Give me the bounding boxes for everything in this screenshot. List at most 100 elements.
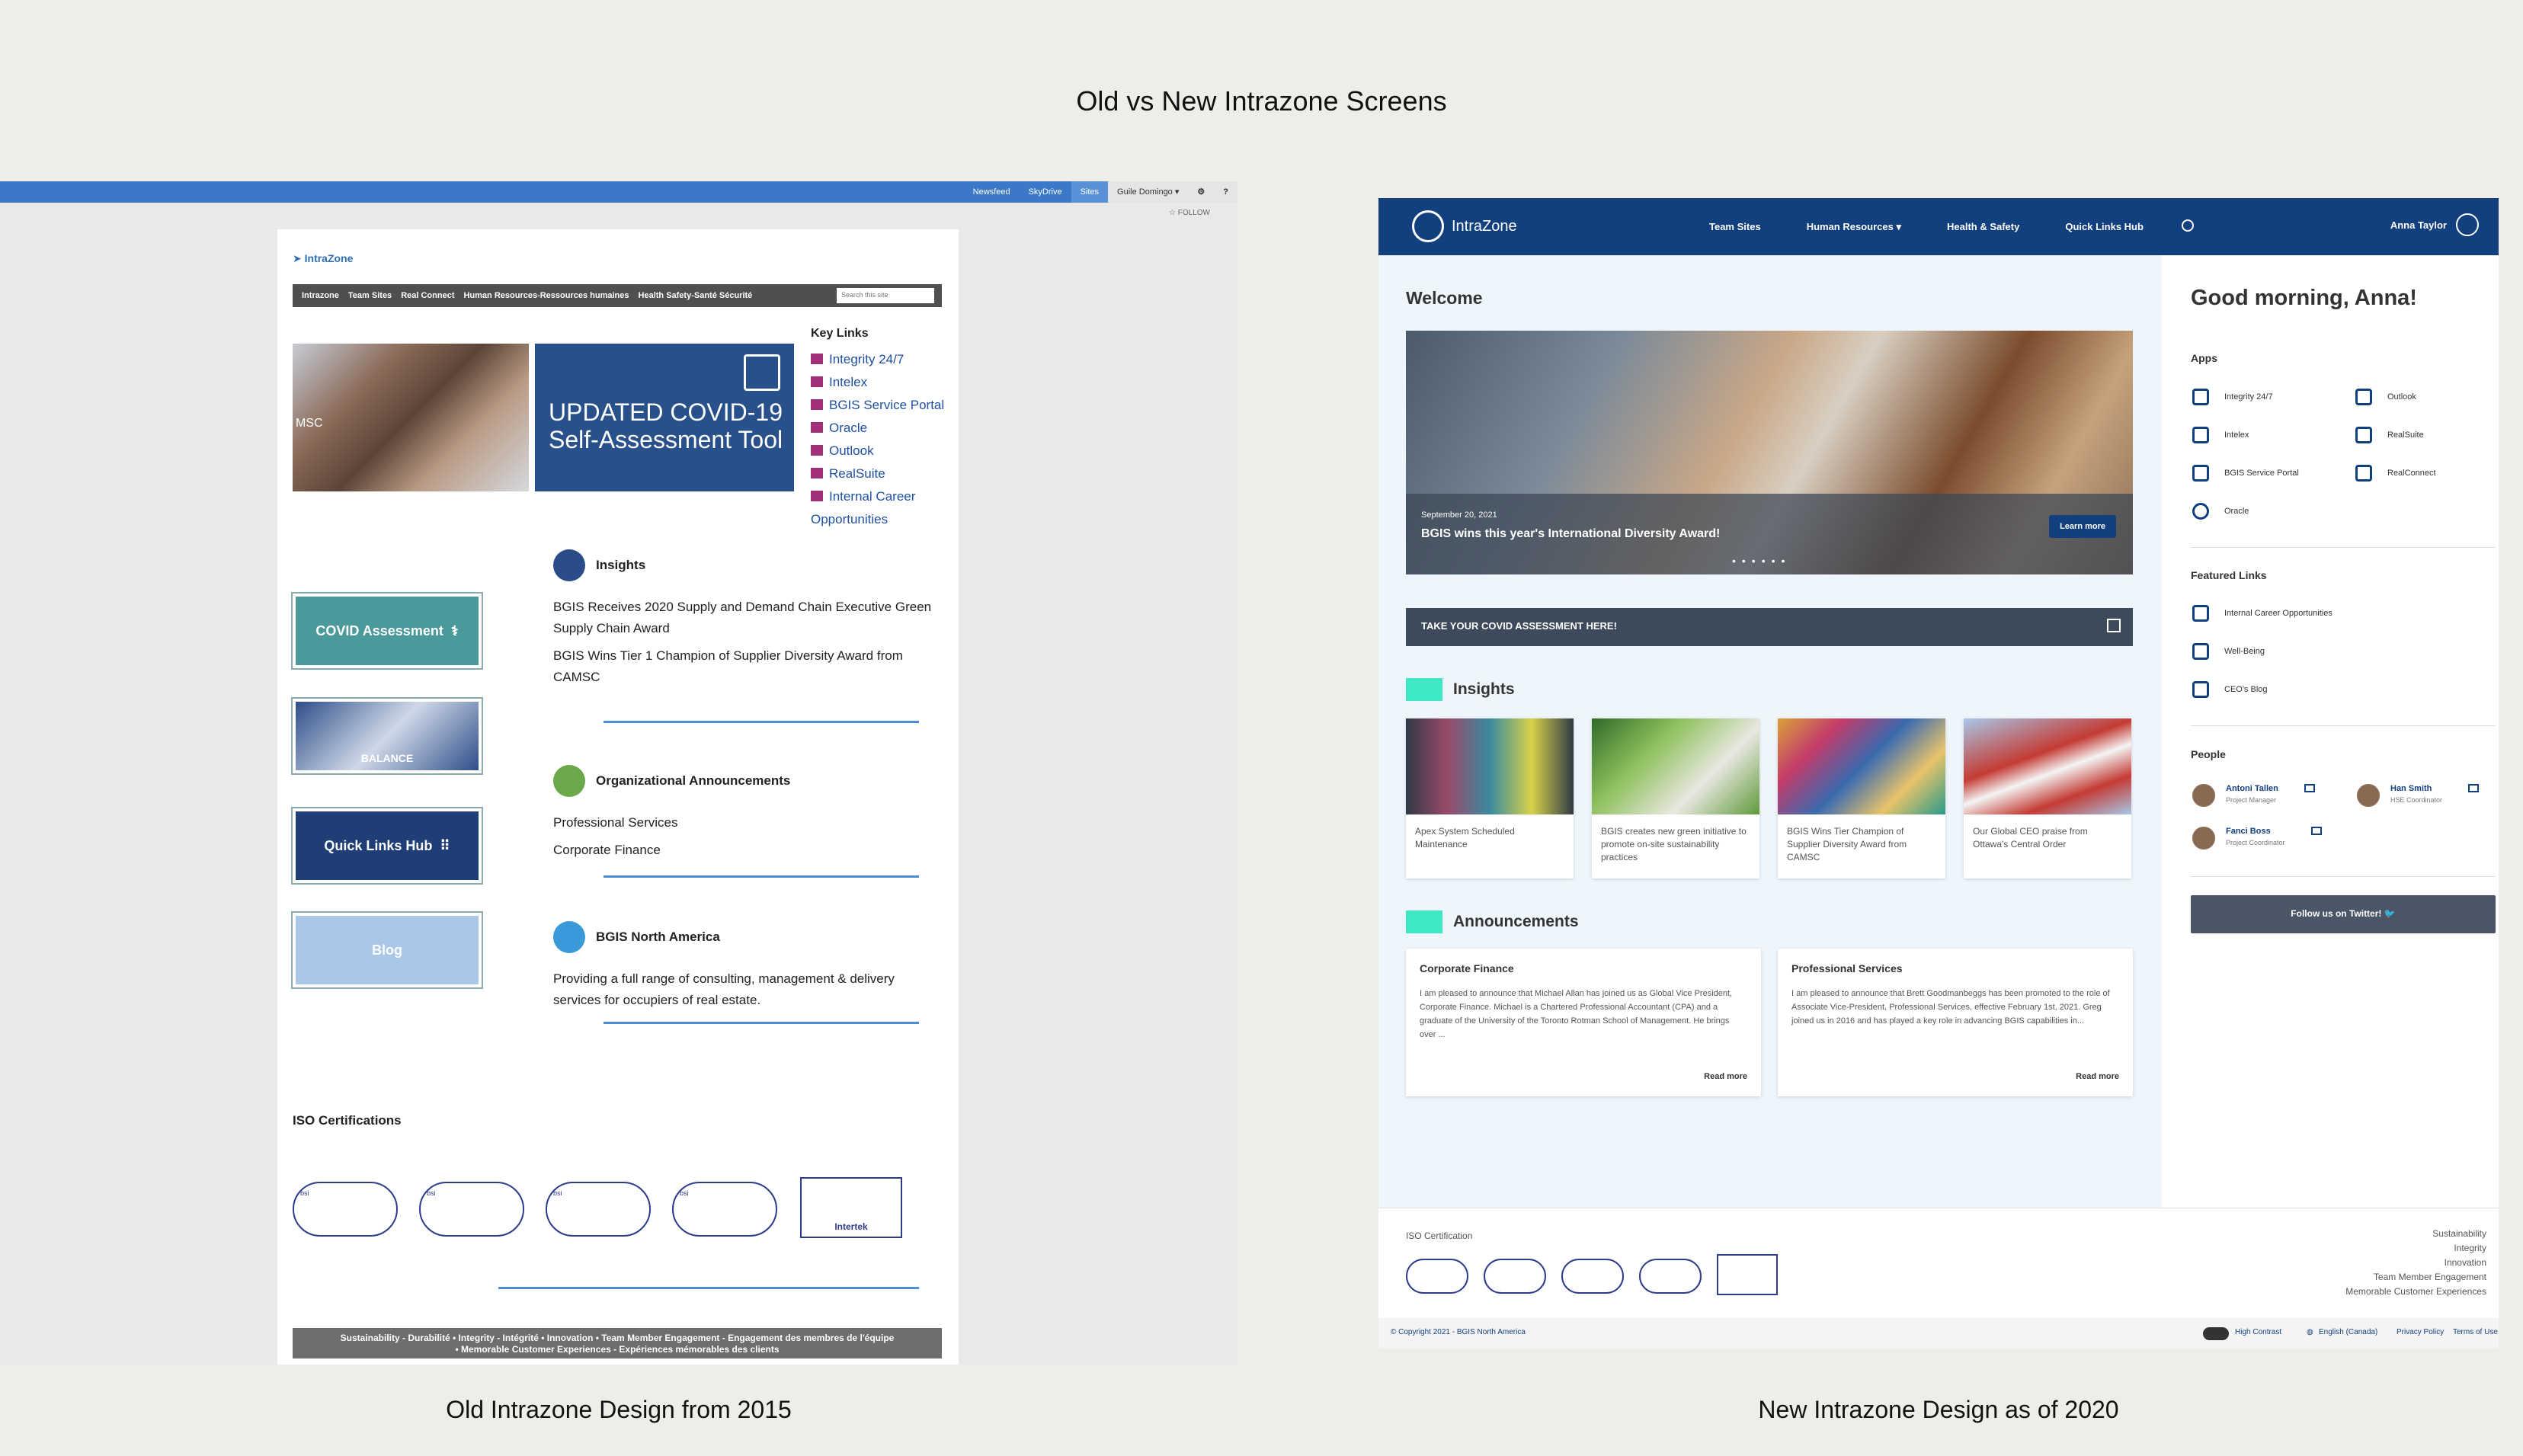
nav-health-safety[interactable]: Health Safety-Santé Sécurité: [634, 291, 757, 300]
footer-link[interactable]: Integrity: [2345, 1241, 2486, 1256]
learn-more-button[interactable]: Learn more: [2049, 515, 2116, 538]
key-link-integrity[interactable]: Integrity 24/7: [811, 348, 963, 371]
blog-tile[interactable]: Blog: [291, 911, 483, 989]
nav-real-connect[interactable]: Real Connect: [396, 291, 459, 300]
mail-icon[interactable]: [2310, 827, 2322, 835]
bgis-na-title: BGIS North America: [596, 930, 720, 944]
announcement-item[interactable]: Corporate Finance: [553, 840, 934, 861]
bsi-iso-logo: bsi: [672, 1182, 777, 1237]
insight-card[interactable]: BGIS creates new green initiative to pro…: [1592, 718, 1759, 878]
insight-item[interactable]: BGIS Receives 2020 Supply and Demand Cha…: [553, 597, 934, 639]
nav-human-resources[interactable]: Human Resources-Ressources humaines: [459, 291, 633, 300]
menu-quick-links-hub[interactable]: Quick Links Hub: [2065, 221, 2144, 232]
app-integrity[interactable]: Integrity 24/7: [2192, 389, 2273, 405]
user-menu[interactable]: Guile Domingo ▾: [1108, 181, 1189, 203]
featured-link-ceo-blog[interactable]: CEO's Blog: [2192, 681, 2268, 698]
announcement-card[interactable]: Professional Services I am pleased to an…: [1778, 949, 2133, 1096]
app-intelex[interactable]: Intelex: [2192, 427, 2249, 443]
announcement-card[interactable]: Corporate Finance I am pleased to announ…: [1406, 949, 1761, 1096]
menu-health-safety[interactable]: Health & Safety: [1947, 221, 2019, 232]
globe-icon: ◍: [2307, 1328, 2313, 1336]
footer-link[interactable]: Sustainability: [2345, 1227, 2486, 1241]
insight-card[interactable]: Our Global CEO praise from Ottawa's Cent…: [1964, 718, 2131, 878]
welcome-heading: Welcome: [1406, 288, 1483, 308]
key-link-outlook[interactable]: Outlook: [811, 440, 963, 462]
bgis-na-section: BGIS North America Providing a full rang…: [553, 921, 934, 1017]
app-service-portal[interactable]: BGIS Service Portal: [2192, 465, 2299, 482]
terms-link[interactable]: Terms of Use: [2453, 1328, 2498, 1336]
menu-human-resources[interactable]: Human Resources ▾: [1807, 221, 1901, 233]
key-link-careers[interactable]: Internal Career Opportunities: [811, 485, 963, 531]
search-input[interactable]: Search this site: [837, 288, 934, 303]
balance-tile[interactable]: BALANCE: [291, 697, 483, 775]
mail-icon[interactable]: [2468, 784, 2480, 792]
person-icon: [811, 491, 823, 501]
follow-button[interactable]: ☆ FOLLOW: [1169, 209, 1210, 217]
key-link-oracle[interactable]: Oracle: [811, 417, 963, 440]
covid-assessment-tile[interactable]: COVID Assessment ⚕: [291, 592, 483, 670]
user-avatar-icon: [2456, 213, 2479, 236]
announcement-item[interactable]: Professional Services: [553, 812, 934, 834]
app-outlook[interactable]: Outlook: [2355, 389, 2416, 405]
read-more-link[interactable]: Read more: [2076, 1072, 2119, 1081]
insight-card[interactable]: BGIS Wins Tier Champion of Supplier Dive…: [1778, 718, 1945, 878]
key-link-service-portal[interactable]: BGIS Service Portal: [811, 394, 963, 417]
divider: [604, 1022, 919, 1024]
insight-image: [1592, 718, 1759, 814]
bottom-bar: © Copyright 2021 - BGIS North America Hi…: [1378, 1318, 2499, 1349]
outlook-icon: [2355, 389, 2372, 405]
bsi-iso-logo: bsi: [293, 1182, 398, 1237]
covid-banner[interactable]: UPDATED COVID-19 Self-Assessment Tool: [535, 344, 794, 491]
eye-icon: [2192, 643, 2209, 660]
suite-link-newsfeed[interactable]: Newsfeed: [964, 187, 1020, 197]
app-realsuite[interactable]: RealSuite: [2355, 427, 2424, 443]
insight-item[interactable]: BGIS Wins Tier 1 Champion of Supplier Di…: [553, 645, 934, 688]
app-realconnect[interactable]: RealConnect: [2355, 465, 2436, 482]
person-card[interactable]: Antoni Tallen Project Manager: [2192, 784, 2315, 807]
hero-carousel[interactable]: September 20, 2021 BGIS wins this year's…: [1406, 331, 2133, 574]
app-oracle[interactable]: Oracle: [2192, 503, 2249, 520]
intrazone-logo[interactable]: IntraZone: [1412, 210, 1517, 242]
carousel-dots[interactable]: ••••••: [1732, 555, 1791, 567]
menu-team-sites[interactable]: Team Sites: [1709, 221, 1761, 232]
featured-link-well-being[interactable]: Well-Being: [2192, 643, 2265, 660]
footer-link[interactable]: Team Member Engagement: [2345, 1270, 2486, 1285]
intrazone-logo[interactable]: ➤ IntraZone: [293, 252, 353, 265]
twitter-icon: [553, 921, 585, 953]
gear-icon[interactable]: ⚙: [1188, 181, 1215, 203]
hero-title: BGIS wins this year's International Dive…: [1421, 527, 1721, 540]
person-card[interactable]: Han Smith HSE Coordinator: [2357, 784, 2480, 807]
nav-intrazone[interactable]: Intrazone: [297, 291, 344, 300]
privacy-link[interactable]: Privacy Policy: [2397, 1328, 2444, 1336]
footer-link[interactable]: Memorable Customer Experiences: [2345, 1285, 2486, 1299]
featured-link-careers[interactable]: Internal Career Opportunities: [2192, 605, 2332, 622]
help-icon[interactable]: ?: [1214, 181, 1237, 203]
search-icon[interactable]: [2182, 219, 2194, 232]
language-link[interactable]: English (Canada): [2319, 1328, 2377, 1336]
suite-link-skydrive[interactable]: SkyDrive: [1020, 187, 1071, 197]
covid-assessment-bar[interactable]: TAKE YOUR COVID ASSESSMENT HERE!: [1406, 608, 2133, 646]
nav-team-sites[interactable]: Team Sites: [344, 291, 396, 300]
high-contrast-label[interactable]: High Contrast: [2235, 1328, 2281, 1336]
twitter-follow-button[interactable]: Follow us on Twitter! 🐦: [2191, 895, 2496, 933]
announcement-title: Corporate Finance: [1420, 962, 1514, 974]
quick-links-hub-tile[interactable]: Quick Links Hub ⠿: [291, 807, 483, 885]
read-more-link[interactable]: Read more: [1704, 1072, 1747, 1081]
announcement-title: Professional Services: [1791, 962, 1903, 974]
bsi-iso-logo: bsi: [419, 1182, 524, 1237]
person-card[interactable]: Fanci Boss Project Coordinator: [2192, 827, 2322, 850]
iso-label: ISO Certification: [1406, 1230, 1473, 1241]
intertek-logo: [1717, 1254, 1778, 1295]
suite-link-sites[interactable]: Sites: [1071, 181, 1109, 203]
footer-link[interactable]: Innovation: [2345, 1256, 2486, 1270]
mail-icon[interactable]: [2304, 784, 2315, 792]
insight-card[interactable]: Apex System Scheduled Maintenance: [1406, 718, 1574, 878]
oracle-icon: [811, 422, 823, 433]
folder-icon: [811, 376, 823, 387]
footer-values-line: • Memorable Customer Experiences - Expér…: [455, 1344, 780, 1355]
key-link-realsuite[interactable]: RealSuite: [811, 462, 963, 485]
grid-icon: ⠿: [440, 837, 450, 853]
key-link-intelex[interactable]: Intelex: [811, 371, 963, 394]
user-menu[interactable]: Anna Taylor: [2390, 213, 2479, 236]
high-contrast-toggle[interactable]: [2203, 1327, 2229, 1340]
